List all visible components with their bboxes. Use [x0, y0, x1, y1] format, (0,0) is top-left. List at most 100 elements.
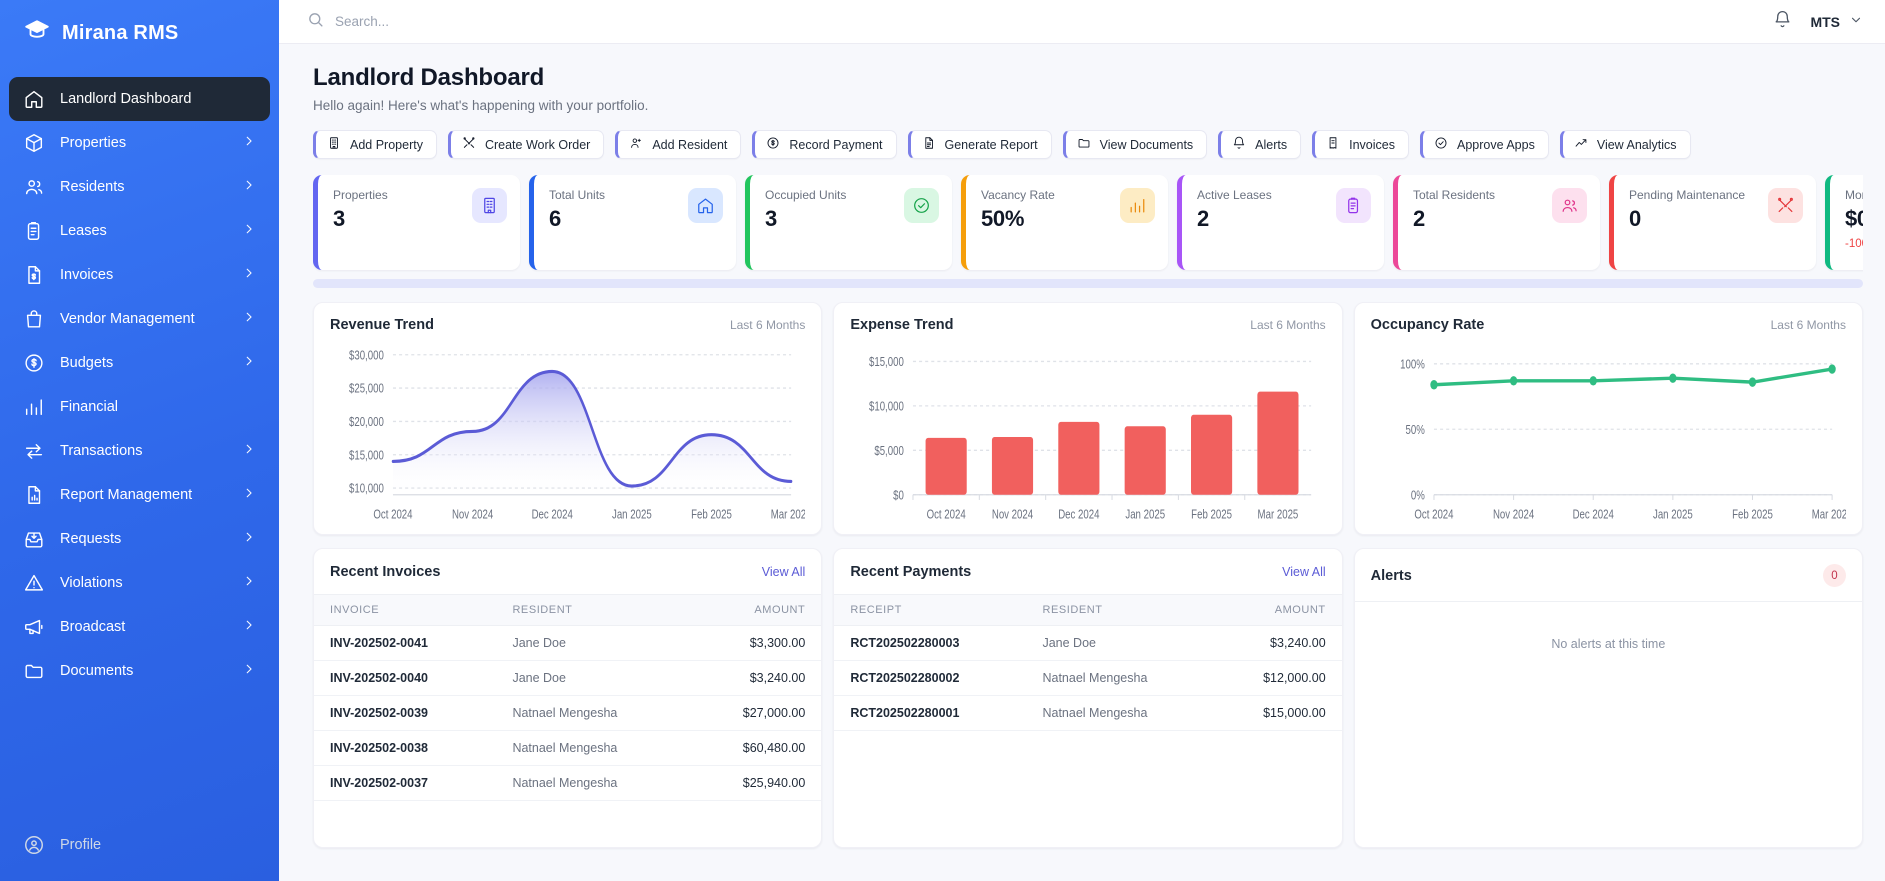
svg-text:Feb 2025: Feb 2025 — [691, 508, 732, 521]
quick-action-view-analytics[interactable]: View Analytics — [1559, 130, 1691, 159]
sidebar-item-label: Budgets — [60, 355, 114, 371]
sidebar-item-landlord-dashboard[interactable]: Landlord Dashboard — [9, 77, 270, 121]
table-row[interactable]: INV-202502-0039 Natnael Mengesha $27,000.0… — [314, 695, 822, 731]
sidebar-item-invoices[interactable]: Invoices — [9, 253, 270, 297]
sidebar-item-label: Vendor Management — [60, 311, 195, 327]
table-row[interactable]: INV-202502-0040 Jane Doe $3,240.00 — [314, 660, 822, 696]
clipboard-icon — [1336, 188, 1371, 223]
sidebar-item-properties[interactable]: Properties — [9, 121, 270, 165]
table-row[interactable]: INV-202502-0037 Natnael Mengesha $25,940.0… — [314, 765, 822, 801]
table-row[interactable]: INV-202502-0041 Jane Doe $3,300.00 — [314, 625, 822, 661]
table-row[interactable]: RCT202502280003 Jane Doe $3,240.00 — [834, 625, 1342, 661]
recent-invoices-view-all[interactable]: View All — [762, 565, 806, 579]
svg-text:Jan 2025: Jan 2025 — [1653, 508, 1693, 521]
svg-text:Mar 2025: Mar 2025 — [771, 508, 806, 521]
quick-action-generate-report[interactable]: Generate Report — [907, 130, 1052, 159]
svg-text:Dec 2024: Dec 2024 — [532, 508, 573, 521]
svg-text:$5,000: $5,000 — [875, 445, 905, 458]
sidebar-item-financial[interactable]: Financial — [9, 385, 270, 429]
sidebar-item-violations[interactable]: Violations — [9, 561, 270, 605]
table-row[interactable]: RCT202502280002 Natnael Mengesha $12,000.0… — [834, 660, 1342, 696]
sidebar-item-residents[interactable]: Residents — [9, 165, 270, 209]
svg-text:$30,000: $30,000 — [349, 349, 384, 362]
recent-invoices-header: Recent Invoices View All — [314, 549, 821, 594]
topbar-right: MTS — [1773, 10, 1863, 34]
quick-action-view-documents[interactable]: View Documents — [1062, 130, 1208, 159]
kpi-card-properties[interactable]: Properties 3 — [313, 175, 520, 270]
box-icon — [23, 132, 45, 154]
app-root: Mirana RMS Landlord Dashboard Properties R… — [0, 0, 1885, 881]
svg-text:$10,000: $10,000 — [869, 400, 904, 413]
recent-payments-view-all[interactable]: View All — [1282, 565, 1326, 579]
quick-action-invoices[interactable]: Invoices — [1312, 130, 1409, 159]
bell-icon[interactable] — [1773, 10, 1792, 34]
cell-id: INV-202502-0039 — [314, 695, 497, 731]
file-dollar-icon — [23, 264, 45, 286]
kpi-card-occupied-units[interactable]: Occupied Units 3 — [745, 175, 952, 270]
recent-payments-panel: Recent Payments View All RECEIPT RESIDENT… — [833, 548, 1343, 848]
svg-text:Nov 2024: Nov 2024 — [1493, 508, 1534, 521]
column-header: AMOUNT — [688, 594, 822, 626]
quick-action-label: View Analytics — [1596, 137, 1677, 152]
kpi-card-pending-maintenance[interactable]: Pending Maintenance 0 — [1609, 175, 1816, 270]
cell-resident: Jane Doe — [496, 625, 689, 661]
kpi-card-vacancy-rate[interactable]: Vacancy Rate 50% — [961, 175, 1168, 270]
cell-resident: Natnael Mengesha — [496, 765, 689, 801]
svg-text:Jan 2025: Jan 2025 — [612, 508, 652, 521]
sidebar-item-vendor-management[interactable]: Vendor Management — [9, 297, 270, 341]
quick-action-create-work-order[interactable]: Create Work Order — [447, 130, 605, 159]
folder-icon — [23, 660, 45, 682]
kpi-card-total-residents[interactable]: Total Residents 2 — [1393, 175, 1600, 270]
user-menu[interactable]: MTS — [1810, 13, 1863, 30]
sidebar-item-documents[interactable]: Documents — [9, 649, 270, 693]
sidebar-footer: Profile — [0, 823, 279, 881]
page-content: Landlord Dashboard Hello again! Here's w… — [279, 44, 1885, 881]
svg-text:Mar 2025: Mar 2025 — [1811, 508, 1846, 521]
sidebar-item-requests[interactable]: Requests — [9, 517, 270, 561]
chart-plot: $15,000 $10,000 $5,000 $0 Oct 2024 Nov 2024 De… — [850, 335, 1325, 534]
sidebar-item-leases[interactable]: Leases — [9, 209, 270, 253]
chevron-right-icon — [242, 310, 256, 328]
table-row[interactable]: RCT202502280001 Natnael Mengesha $15,000.0… — [834, 695, 1342, 731]
svg-text:$10,000: $10,000 — [349, 483, 384, 496]
graduation-cap-icon — [24, 18, 50, 49]
kpi-card-total-units[interactable]: Total Units 6 — [529, 175, 736, 270]
brand[interactable]: Mirana RMS — [0, 0, 279, 67]
kpi-horizontal-scrollbar[interactable] — [313, 279, 1863, 288]
kpi-card-active-leases[interactable]: Active Leases 2 — [1177, 175, 1384, 270]
sidebar-item-label: Leases — [60, 223, 107, 239]
table-row[interactable]: INV-202502-0038 Natnael Mengesha $60,480.0… — [314, 730, 822, 766]
cell-amount: $3,300.00 — [688, 625, 822, 661]
sidebar-item-label: Invoices — [60, 267, 114, 283]
sidebar-item-broadcast[interactable]: Broadcast — [9, 605, 270, 649]
quick-action-alerts[interactable]: Alerts — [1218, 130, 1302, 159]
quick-action-record-payment[interactable]: Record Payment — [752, 130, 897, 159]
cell-resident: Jane Doe — [496, 660, 689, 696]
clipboard-icon — [23, 220, 45, 242]
quick-action-approve-apps[interactable]: Approve Apps — [1419, 130, 1549, 159]
search-input[interactable] — [335, 14, 665, 29]
sidebar-item-label: Landlord Dashboard — [60, 91, 192, 107]
quick-action-add-resident[interactable]: Add Resident — [615, 130, 742, 159]
sidebar-item-budgets[interactable]: Budgets — [9, 341, 270, 385]
search-box[interactable] — [307, 11, 1773, 33]
users-icon — [1552, 188, 1587, 223]
cell-amount: $3,240.00 — [1212, 625, 1342, 661]
alerts-empty-message: No alerts at this time — [1354, 601, 1862, 847]
chart-title: Revenue Trend — [330, 317, 434, 333]
recent-invoices-panel: Recent Invoices View All INVOICE RESIDENT… — [313, 548, 823, 848]
quick-action-add-property[interactable]: Add Property — [313, 130, 437, 159]
quick-action-label: Invoices — [1349, 137, 1395, 152]
sidebar-item-transactions[interactable]: Transactions — [9, 429, 270, 473]
kpi-card-monthl[interactable]: Monthl $0 -100.0 — [1825, 175, 1863, 270]
svg-text:Feb 2025: Feb 2025 — [1732, 508, 1773, 521]
sidebar-nav: Landlord Dashboard Properties Residents Lea… — [0, 77, 279, 823]
svg-text:Nov 2024: Nov 2024 — [452, 508, 493, 521]
quick-action-label: Generate Report — [944, 137, 1038, 152]
chevron-right-icon — [242, 574, 256, 592]
user-circle-icon — [23, 834, 45, 856]
sidebar-item-profile[interactable]: Profile — [9, 823, 270, 867]
sidebar-item-report-management[interactable]: Report Management — [9, 473, 270, 517]
sidebar-item-label: Report Management — [60, 487, 193, 503]
warning-icon — [23, 572, 45, 594]
